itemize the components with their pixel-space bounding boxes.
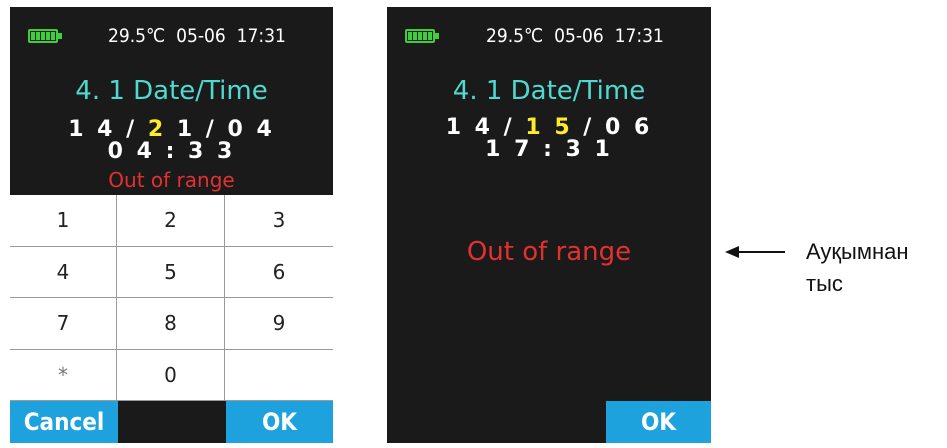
battery-tip	[435, 33, 439, 39]
key-4[interactable]: 4	[10, 246, 117, 298]
battery-icon	[405, 29, 435, 43]
arrow-left-icon	[725, 245, 785, 259]
annotation-line-1: Ауқымнан	[806, 239, 909, 264]
error-message: Out of range	[108, 168, 235, 192]
status-bar: 29.5℃ 05-06 17:31	[387, 7, 711, 77]
numeric-keypad: 1 2 3 4 5 6 7 8 9 * 0	[10, 195, 333, 401]
time-field[interactable]: 1 7 : 3 1	[387, 139, 711, 161]
temperature-reading: 29.5℃	[108, 25, 166, 47]
time-field[interactable]: 0 4 : 3 3	[10, 141, 333, 163]
status-time: 17:31	[614, 25, 664, 47]
status-time: 17:31	[236, 25, 286, 47]
status-date: 05-06	[554, 25, 604, 47]
battery-icon	[28, 29, 58, 43]
status-date: 05-06	[176, 25, 226, 47]
ok-button[interactable]: OK	[226, 401, 333, 443]
page-title: 4. 1 Date/Time	[75, 76, 268, 106]
key-8[interactable]: 8	[117, 298, 225, 350]
cancel-button[interactable]: Cancel	[10, 401, 118, 443]
key-0[interactable]: 0	[117, 349, 225, 401]
annotation-label: Ауқымнан тыс	[806, 236, 909, 300]
device-screen-error: 29.5℃ 05-06 17:31 4. 1 Date/Time 1 4 / 1…	[387, 7, 711, 443]
key-9[interactable]: 9	[225, 298, 333, 350]
key-6[interactable]: 6	[225, 247, 333, 298]
status-info: 29.5℃ 05-06 17:31	[486, 25, 664, 47]
page-title: 4. 1 Date/Time	[452, 76, 646, 106]
key-7[interactable]: 7	[10, 298, 117, 350]
status-info: 29.5℃ 05-06 17:31	[108, 25, 286, 47]
key-blank	[225, 350, 333, 401]
key-asterisk[interactable]: *	[10, 349, 117, 401]
key-1[interactable]: 1	[10, 195, 117, 247]
key-2[interactable]: 2	[117, 195, 225, 247]
key-3[interactable]: 3	[225, 195, 333, 247]
error-message: Out of range	[466, 237, 632, 267]
ok-button[interactable]: OK	[606, 401, 711, 443]
date-field[interactable]: 1 4 / 1 5 / 0 6	[387, 117, 711, 139]
status-bar: 29.5℃ 05-06 17:31	[10, 7, 333, 77]
temperature-reading: 29.5℃	[486, 25, 544, 47]
battery-tip	[58, 33, 62, 39]
device-screen-keypad: 29.5℃ 05-06 17:31 4. 1 Date/Time 1 4 / 2…	[10, 7, 333, 443]
key-5[interactable]: 5	[117, 246, 225, 298]
annotation-line-2: тыс	[806, 271, 843, 296]
date-field[interactable]: 1 4 / 2 1 / 0 4	[10, 119, 333, 141]
